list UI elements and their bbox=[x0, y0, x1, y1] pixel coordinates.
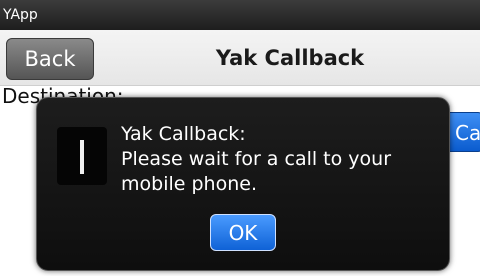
dialog-title: Yak Callback: bbox=[121, 123, 246, 145]
info-icon bbox=[57, 127, 107, 185]
alert-dialog: Yak Callback: Please wait for a call to … bbox=[36, 97, 450, 271]
dialog-message-line-2: mobile phone. bbox=[121, 173, 257, 195]
back-button[interactable]: Back bbox=[6, 38, 94, 80]
ok-button[interactable]: OK bbox=[210, 214, 276, 251]
page-header: Back Yak Callback bbox=[0, 30, 480, 86]
page-title: Yak Callback bbox=[215, 46, 365, 70]
app-title-bar: YApp bbox=[0, 0, 480, 30]
info-icon-glyph bbox=[80, 140, 84, 174]
app-title: YApp bbox=[3, 7, 38, 23]
dialog-message: Yak Callback: Please wait for a call to … bbox=[121, 122, 441, 197]
dialog-message-line-1: Please wait for a call to your bbox=[121, 148, 392, 170]
